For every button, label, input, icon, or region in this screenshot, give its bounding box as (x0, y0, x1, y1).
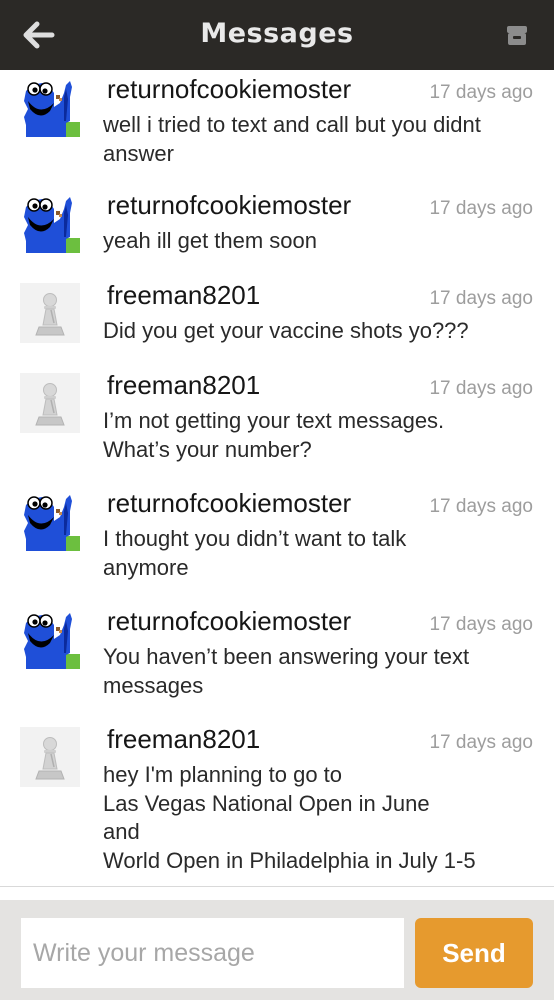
page-title: Messages (200, 18, 354, 49)
message-timestamp: 17 days ago (429, 732, 533, 753)
cookie-monster-avatar[interactable] (20, 609, 80, 669)
send-button[interactable]: Send (415, 918, 533, 988)
pawn-avatar[interactable] (20, 727, 80, 787)
message-username[interactable]: returnofcookiemoster (107, 190, 351, 221)
message-timestamp: 17 days ago (429, 288, 533, 309)
message-item[interactable]: returnofcookiemoster 17 days ago You haven… (0, 592, 554, 711)
message-username[interactable]: freeman8201 (107, 370, 260, 401)
top-bar: Messages (0, 0, 554, 70)
message-text: yeah ill get them soon (103, 228, 318, 253)
message-timestamp: 17 days ago (429, 198, 533, 219)
archive-box-icon[interactable] (505, 24, 529, 46)
cookie-monster-avatar[interactable] (20, 193, 80, 253)
message-text: I’m not getting your text messages. What… (103, 408, 445, 462)
pawn-avatar[interactable] (20, 373, 80, 433)
message-text: hey I'm planning to go to Las Vegas Nati… (103, 762, 476, 873)
message-text: well i tried to text and call but you di… (103, 112, 481, 166)
message-username[interactable]: returnofcookiemoster (107, 74, 351, 105)
cookie-monster-avatar[interactable] (20, 77, 80, 137)
message-item[interactable]: returnofcookiemoster 17 days ago I thought… (0, 474, 554, 593)
message-text: Did you get your vaccine shots yo??? (103, 318, 469, 343)
cookie-monster-avatar[interactable] (20, 491, 80, 551)
message-item[interactable]: freeman8201 17 days ago Did you get your v… (0, 266, 554, 357)
message-text: I thought you didn’t want to talk anymor… (103, 526, 407, 580)
message-item[interactable]: freeman8201 17 days ago hey I'm planning t… (0, 710, 554, 887)
message-timestamp: 17 days ago (429, 496, 533, 517)
pawn-avatar[interactable] (20, 283, 80, 343)
message-item[interactable]: returnofcookiemoster 17 days ago yeah ill … (0, 176, 554, 267)
message-list[interactable]: returnofcookiemoster 17 days ago well i tr… (0, 70, 554, 900)
message-text: You haven’t been answering your text mes… (103, 644, 470, 698)
message-username[interactable]: freeman8201 (107, 280, 260, 311)
message-composer: Send (0, 900, 554, 1000)
message-timestamp: 17 days ago (429, 82, 533, 103)
message-username[interactable]: freeman8201 (107, 724, 260, 755)
message-item[interactable]: freeman8201 17 days ago I’m not getting yo… (0, 356, 554, 475)
message-item[interactable]: returnofcookiemoster 17 days ago well i tr… (0, 70, 554, 177)
message-username[interactable]: returnofcookiemoster (107, 606, 351, 637)
message-username[interactable]: returnofcookiemoster (107, 488, 351, 519)
message-timestamp: 17 days ago (429, 614, 533, 635)
message-timestamp: 17 days ago (429, 378, 533, 399)
message-input[interactable] (21, 918, 404, 988)
